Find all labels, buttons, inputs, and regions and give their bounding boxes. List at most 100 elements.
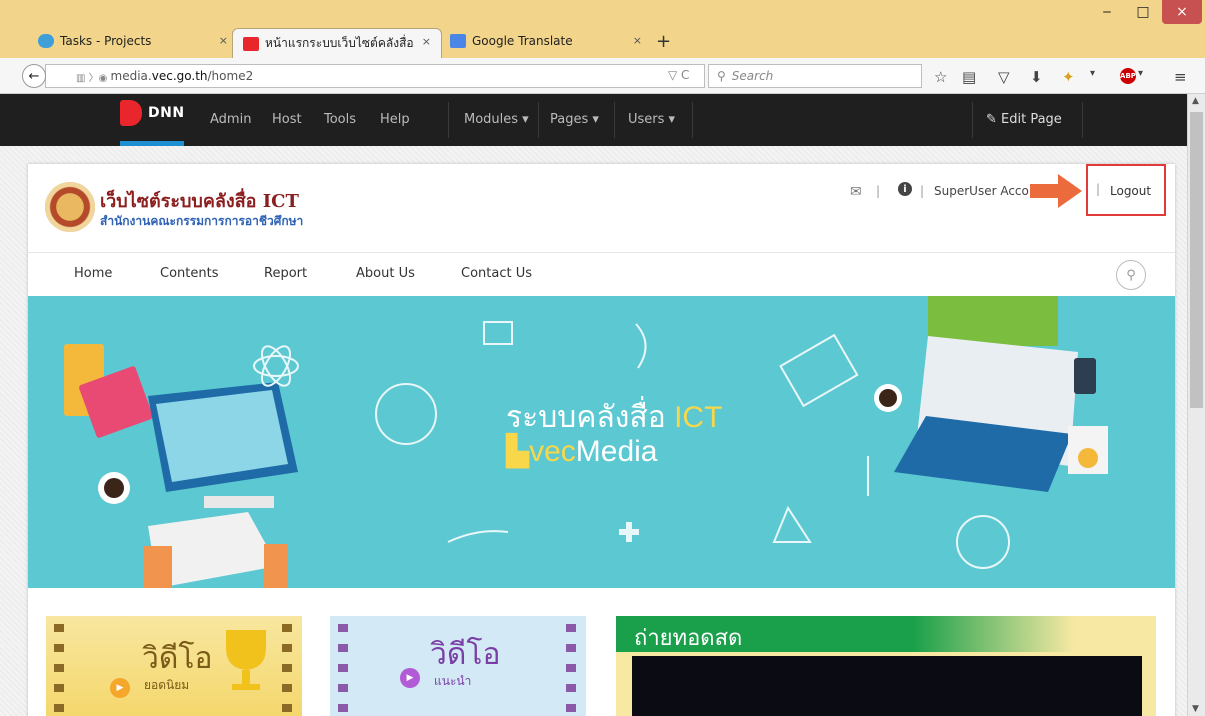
- film-hole: [54, 664, 64, 672]
- globe-graphic: [375, 383, 437, 445]
- film-hole: [338, 644, 348, 652]
- film-hole: [338, 704, 348, 712]
- live-video-player[interactable]: [632, 656, 1142, 716]
- search-input[interactable]: ⚲ Search: [708, 64, 922, 88]
- reading-list-icon[interactable]: ▤: [962, 68, 976, 86]
- dnn-logo-underline: [120, 141, 184, 146]
- pen-graphic: [447, 530, 509, 543]
- search-icon: ⚲: [717, 69, 726, 83]
- dnn-menu-users[interactable]: Users ▾: [628, 112, 675, 127]
- film-hole: [338, 664, 348, 672]
- page-viewport: DNN Admin Host Tools Help Modules ▾ Page…: [0, 94, 1187, 716]
- maximize-button[interactable]: □: [1126, 0, 1160, 24]
- chevron-down-icon[interactable]: ▾: [1138, 68, 1143, 79]
- pocket-icon[interactable]: ▽: [998, 68, 1010, 86]
- plus-icon: [619, 529, 639, 535]
- tab-tasks-projects[interactable]: Tasks - Projects ×: [28, 28, 238, 54]
- film-hole: [54, 644, 64, 652]
- dnn-menu-modules[interactable]: Modules ▾: [464, 112, 529, 127]
- scroll-down-icon[interactable]: ▼: [1192, 704, 1199, 714]
- dnn-menu-tools[interactable]: Tools: [324, 112, 356, 127]
- divider: [972, 102, 973, 138]
- dnn-menu-pages[interactable]: Pages ▾: [550, 112, 599, 127]
- site-nav: Home Contents Report About Us Contact Us…: [28, 252, 1175, 296]
- content-cards: ▶ วิดีโอ ยอดนิยม ▶ วิดีโอ แนะนำ ถ่ายทอดส…: [28, 604, 1175, 716]
- film-hole: [54, 624, 64, 632]
- lightbulb-graphic: [635, 323, 647, 369]
- nav-home[interactable]: Home: [74, 266, 112, 281]
- star-icon[interactable]: ☆: [934, 68, 947, 86]
- chevron-down-icon[interactable]: ▾: [1090, 68, 1095, 79]
- reload-icon[interactable]: ▽ C: [668, 68, 689, 82]
- back-button[interactable]: ←: [22, 64, 46, 88]
- logout-link[interactable]: Logout: [1110, 184, 1151, 198]
- new-tab-button[interactable]: +: [656, 31, 671, 52]
- browser-titlebar: Tasks - Projects × หน้าแรกระบบเว็บไซต์คล…: [0, 0, 1205, 58]
- scrollbar-thumb[interactable]: [1190, 112, 1203, 408]
- dnn-logo-mark: [120, 100, 142, 126]
- card-subtitle: แนะนำ: [434, 674, 472, 688]
- popular-videos-card[interactable]: ▶ วิดีโอ ยอดนิยม: [46, 616, 302, 716]
- ovec-emblem-logo[interactable]: [45, 182, 95, 232]
- film-hole: [282, 644, 292, 652]
- divider: [614, 102, 615, 138]
- scroll-up-icon[interactable]: ▲: [1192, 96, 1199, 106]
- dnn-menu-host[interactable]: Host: [272, 112, 302, 127]
- film-hole: [566, 664, 576, 672]
- nav-about-us[interactable]: About Us: [356, 266, 415, 281]
- close-window-button[interactable]: ×: [1162, 0, 1202, 24]
- nav-report[interactable]: Report: [264, 266, 307, 281]
- tab-close-icon[interactable]: ×: [633, 34, 642, 47]
- dnn-logo[interactable]: DNN: [120, 100, 185, 126]
- url-prefix: media.: [110, 69, 152, 83]
- film-hole: [566, 684, 576, 692]
- film-hole: [54, 704, 64, 712]
- live-title: ถ่ายทอดสด: [634, 626, 743, 651]
- pencil-icon: ✎: [986, 112, 1002, 127]
- divider: [448, 102, 449, 138]
- nav-contents[interactable]: Contents: [160, 266, 218, 281]
- book-outline: [779, 333, 859, 408]
- tab-close-icon[interactable]: ×: [219, 34, 228, 47]
- page-info-icon[interactable]: ▥ 〉◉: [76, 69, 111, 84]
- film-hole: [282, 684, 292, 692]
- dnn-control-bar: DNN Admin Host Tools Help Modules ▾ Page…: [0, 94, 1187, 146]
- edit-page-button[interactable]: ✎ Edit Page: [986, 112, 1062, 127]
- site-search-icon[interactable]: ⚲: [1116, 260, 1146, 290]
- play-icon: ▶: [110, 678, 130, 698]
- tab-label: Tasks - Projects: [60, 34, 152, 48]
- edit-page-label: Edit Page: [1001, 112, 1062, 127]
- atom-orbit: [253, 355, 299, 377]
- divider: [538, 102, 539, 138]
- adblock-icon[interactable]: ABP: [1120, 68, 1136, 84]
- film-hole: [566, 704, 576, 712]
- arm-graphic: [144, 546, 172, 588]
- download-icon[interactable]: ⬇: [1030, 68, 1043, 86]
- pie-graphic: [1078, 448, 1098, 468]
- nav-contact-us[interactable]: Contact Us: [461, 266, 532, 281]
- url-path: /home2: [207, 69, 254, 83]
- recommended-videos-card[interactable]: ▶ วิดีโอ แนะนำ: [330, 616, 586, 716]
- extension-icon[interactable]: ✦: [1062, 68, 1075, 86]
- site-title[interactable]: เว็บไซต์ระบบคลังสื่อ ICT: [100, 186, 299, 215]
- info-icon[interactable]: i: [898, 182, 912, 196]
- tab-google-translate[interactable]: Google Translate ×: [440, 28, 652, 54]
- divider: |: [920, 184, 925, 198]
- banner-sub-media: Media: [575, 435, 658, 468]
- page-scrollbar[interactable]: ▲ ▼: [1187, 94, 1205, 716]
- banner-title-ict: ICT: [674, 401, 723, 434]
- tab-active-home[interactable]: หน้าแรกระบบเว็บไซต์คลังสื่อ ×: [232, 28, 442, 58]
- divider: |: [876, 184, 881, 198]
- tab-close-icon[interactable]: ×: [422, 35, 431, 48]
- dnn-menu-help[interactable]: Help: [380, 112, 410, 127]
- apple-graphic: [956, 515, 1010, 569]
- live-stream-card[interactable]: ถ่ายทอดสด: [616, 616, 1156, 716]
- menu-icon[interactable]: ≡: [1174, 68, 1187, 86]
- mail-icon[interactable]: ✉: [850, 184, 862, 200]
- user-account-link[interactable]: SuperUser Acco: [934, 184, 1029, 198]
- browser-navbar: ▥ 〉◉ media. vec.go.th /home2 ← ▽ C ⚲ Sea…: [0, 58, 1205, 94]
- banner-title-text: ระบบคลังสื่อ: [506, 401, 675, 434]
- minimize-button[interactable]: ‒: [1090, 0, 1124, 24]
- dnn-menu-admin[interactable]: Admin: [210, 112, 251, 127]
- url-bar[interactable]: ▥ 〉◉ media. vec.go.th /home2: [45, 64, 705, 88]
